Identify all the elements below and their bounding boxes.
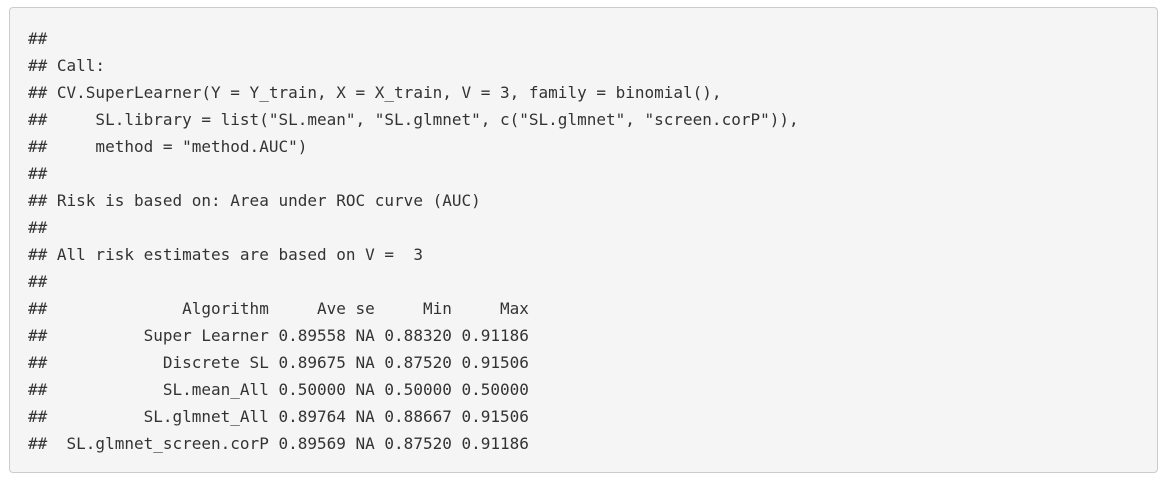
code-line: ## (28, 272, 48, 291)
code-line: ## CV.SuperLearner(Y = Y_train, X = X_tr… (28, 83, 722, 102)
code-line: ## SL.library = list("SL.mean", "SL.glmn… (28, 110, 799, 129)
code-line: ## (28, 29, 48, 48)
table-row: ## SL.glmnet_All 0.89764 NA 0.88667 0.91… (28, 407, 529, 426)
code-line: ## (28, 218, 48, 237)
code-line: ## Risk is based on: Area under ROC curv… (28, 191, 481, 210)
table-header-row: ## Algorithm Ave se Min Max (28, 299, 529, 318)
table-row: ## Super Learner 0.89558 NA 0.88320 0.91… (28, 326, 529, 345)
table-row: ## SL.glmnet_screen.corP 0.89569 NA 0.87… (28, 434, 529, 453)
code-line: ## (28, 164, 48, 183)
code-output-block: ## ## Call: ## CV.SuperLearner(Y = Y_tra… (9, 7, 1158, 473)
code-line: ## method = "method.AUC") (28, 137, 308, 156)
code-line: ## Call: (28, 56, 106, 75)
table-row: ## Discrete SL 0.89675 NA 0.87520 0.9150… (28, 353, 529, 372)
code-line: ## All risk estimates are based on V = 3 (28, 245, 423, 264)
table-row: ## SL.mean_All 0.50000 NA 0.50000 0.5000… (28, 380, 529, 399)
